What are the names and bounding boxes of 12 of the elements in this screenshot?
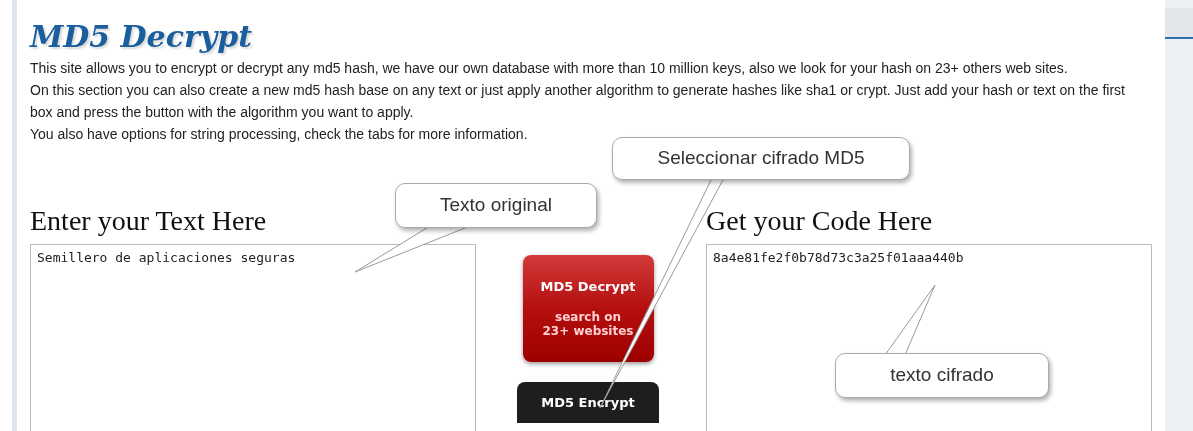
page-title: MD5 Decrypt xyxy=(30,20,252,54)
md5-decrypt-button[interactable]: MD5 Decrypt search on 23+ websites xyxy=(522,255,654,362)
callout-pointer xyxy=(884,284,936,356)
intro-paragraph: You also have options for string processing, check the tabs for more information. xyxy=(30,125,529,144)
intro-paragraph: On this section you can also create a new md5 hash base on any text or just apply another algorithm to generate hashes like sha1 or crypt. Just add your hash or text on the first box and press the button with the algorithm you want to apply. xyxy=(30,81,1126,122)
input-field[interactable]: Semillero de aplicaciones seguras xyxy=(30,244,476,431)
section-heading: Get your Code Here xyxy=(706,205,933,237)
intro-paragraph: This site allows you to encrypt or decrypt any md5 hash, we have our own database with more than 10 million keys, also we look for your hash on 23+ others web sites. xyxy=(30,59,1069,78)
section-heading: Enter your Text Here xyxy=(30,205,267,237)
callout-bubble: Texto original xyxy=(395,183,597,228)
callout-bubble: Seleccionar cifrado MD5 xyxy=(612,137,910,180)
md5-encrypt-button[interactable]: MD5 Encrypt xyxy=(517,382,659,423)
